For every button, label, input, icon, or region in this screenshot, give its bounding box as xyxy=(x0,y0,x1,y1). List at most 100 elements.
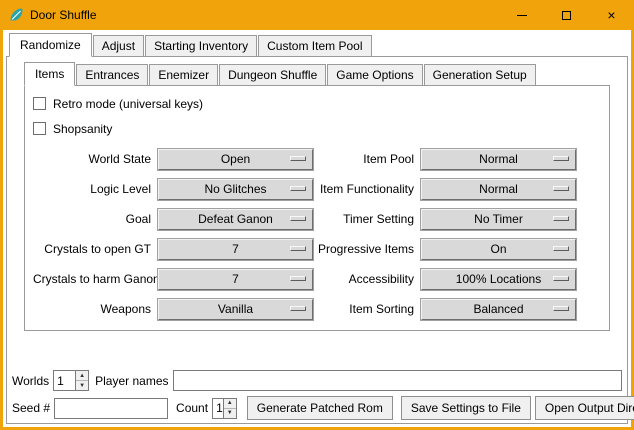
crystals-ganon-value: 7 xyxy=(232,272,239,286)
tab-custom-item-pool[interactable]: Custom Item Pool xyxy=(258,35,371,56)
checkbox-icon xyxy=(33,97,46,110)
option-row: World State Open Item Pool Normal xyxy=(33,144,601,174)
spin-down-icon[interactable]: ▼ xyxy=(76,380,88,390)
tab-starting-inventory[interactable]: Starting Inventory xyxy=(145,35,257,56)
client-area: Randomize Adjust Starting Inventory Cust… xyxy=(3,30,631,427)
close-button[interactable]: × xyxy=(589,0,634,30)
progressive-items-dropdown[interactable]: On xyxy=(421,239,576,260)
timer-setting-label: Timer Setting xyxy=(313,212,421,226)
goal-label: Goal xyxy=(33,212,158,226)
bottom-controls: Worlds 1 ▲ ▼ Player names Seed # Count xyxy=(12,370,622,420)
weapons-dropdown[interactable]: Vanilla xyxy=(158,299,313,320)
timer-setting-dropdown[interactable]: No Timer xyxy=(421,209,576,230)
item-functionality-value: Normal xyxy=(479,182,518,196)
dropdown-indicator-icon xyxy=(290,186,306,191)
tab-generation-setup[interactable]: Generation Setup xyxy=(424,64,536,85)
timer-setting-value: No Timer xyxy=(474,212,523,226)
seed-label: Seed # xyxy=(12,401,50,415)
item-sorting-value: Balanced xyxy=(473,302,523,316)
goal-dropdown[interactable]: Defeat Ganon xyxy=(158,209,313,230)
shopsanity-label: Shopsanity xyxy=(53,122,112,136)
maximize-button[interactable] xyxy=(544,0,589,30)
retro-mode-label: Retro mode (universal keys) xyxy=(53,97,203,111)
tab-adjust[interactable]: Adjust xyxy=(93,35,144,56)
dropdown-indicator-icon xyxy=(553,216,569,221)
item-pool-label: Item Pool xyxy=(313,152,421,166)
progressive-items-value: On xyxy=(490,242,506,256)
save-settings-button[interactable]: Save Settings to File xyxy=(401,396,531,420)
worlds-value: 1 xyxy=(54,371,75,390)
spacer xyxy=(7,331,627,370)
item-pool-dropdown[interactable]: Normal xyxy=(421,149,576,170)
item-sorting-dropdown[interactable]: Balanced xyxy=(421,299,576,320)
shopsanity-checkbox[interactable]: Shopsanity xyxy=(33,116,601,141)
app-icon xyxy=(8,7,24,23)
logic-level-value: No Glitches xyxy=(204,182,266,196)
worlds-spinner[interactable]: 1 ▲ ▼ xyxy=(53,370,89,391)
items-pane: Retro mode (universal keys) Shopsanity W… xyxy=(24,85,610,331)
count-spinner[interactable]: 1 ▲ ▼ xyxy=(212,398,237,419)
tab-enemizer[interactable]: Enemizer xyxy=(149,64,218,85)
tab-game-options[interactable]: Game Options xyxy=(327,64,422,85)
open-output-directory-button[interactable]: Open Output Directory xyxy=(535,396,634,420)
main-tabbar: Randomize Adjust Starting Inventory Cust… xyxy=(9,33,628,56)
crystals-gt-dropdown[interactable]: 7 xyxy=(158,239,313,260)
logic-level-dropdown[interactable]: No Glitches xyxy=(158,179,313,200)
titlebar[interactable]: Door Shuffle × xyxy=(0,0,634,30)
dropdown-indicator-icon xyxy=(553,156,569,161)
accessibility-dropdown[interactable]: 100% Locations xyxy=(421,269,576,290)
world-state-label: World State xyxy=(33,152,158,166)
item-functionality-label: Item Functionality xyxy=(313,182,421,196)
dropdown-indicator-icon xyxy=(553,306,569,311)
window-title: Door Shuffle xyxy=(30,8,97,22)
player-names-input[interactable] xyxy=(173,370,623,391)
retro-mode-checkbox[interactable]: Retro mode (universal keys) xyxy=(33,91,601,116)
spin-down-icon[interactable]: ▼ xyxy=(224,408,236,418)
tab-randomize[interactable]: Randomize xyxy=(9,33,92,57)
tab-dungeon-shuffle[interactable]: Dungeon Shuffle xyxy=(219,64,326,85)
settings-notebook: Items Entrances Enemizer Dungeon Shuffle… xyxy=(24,62,610,331)
accessibility-label: Accessibility xyxy=(313,272,421,286)
worlds-row: Worlds 1 ▲ ▼ Player names xyxy=(12,370,622,391)
world-state-dropdown[interactable]: Open xyxy=(158,149,313,170)
spin-up-icon[interactable]: ▲ xyxy=(224,399,236,408)
window-controls: × xyxy=(499,0,634,30)
checkbox-icon xyxy=(33,122,46,135)
option-row: Crystals to harm Ganon 7 Accessibility 1… xyxy=(33,264,601,294)
spinner-arrows: ▲ ▼ xyxy=(75,371,88,390)
spin-up-icon[interactable]: ▲ xyxy=(76,371,88,380)
settings-tabbar: Items Entrances Enemizer Dungeon Shuffle… xyxy=(24,62,610,85)
world-state-value: Open xyxy=(221,152,250,166)
goal-value: Defeat Ganon xyxy=(198,212,273,226)
crystals-gt-value: 7 xyxy=(232,242,239,256)
count-label: Count xyxy=(176,401,208,415)
maximize-icon xyxy=(562,11,571,20)
weapons-value: Vanilla xyxy=(218,302,253,316)
dropdown-indicator-icon xyxy=(290,276,306,281)
weapons-label: Weapons xyxy=(33,302,158,316)
item-functionality-dropdown[interactable]: Normal xyxy=(421,179,576,200)
option-row: Weapons Vanilla Item Sorting Balanced xyxy=(33,294,601,324)
dropdown-indicator-icon xyxy=(553,186,569,191)
progressive-items-label: Progressive Items xyxy=(313,242,421,256)
dropdown-indicator-icon xyxy=(290,156,306,161)
tab-items[interactable]: Items xyxy=(24,62,75,86)
dropdown-indicator-icon xyxy=(553,246,569,251)
accessibility-value: 100% Locations xyxy=(456,272,541,286)
randomize-pane: Items Entrances Enemizer Dungeon Shuffle… xyxy=(6,56,628,424)
minimize-button[interactable] xyxy=(499,0,544,30)
item-pool-value: Normal xyxy=(479,152,518,166)
seed-row: Seed # Count 1 ▲ ▼ Generate Patched Rom … xyxy=(12,396,622,420)
seed-input[interactable] xyxy=(54,398,168,419)
dropdown-indicator-icon xyxy=(553,276,569,281)
crystals-ganon-dropdown[interactable]: 7 xyxy=(158,269,313,290)
close-icon: × xyxy=(607,8,615,22)
worlds-label: Worlds xyxy=(12,374,49,388)
player-names-label: Player names xyxy=(95,374,168,388)
option-row: Crystals to open GT 7 Progressive Items … xyxy=(33,234,601,264)
spinner-arrows: ▲ ▼ xyxy=(223,399,236,418)
tab-entrances[interactable]: Entrances xyxy=(76,64,148,85)
generate-patched-rom-button[interactable]: Generate Patched Rom xyxy=(247,396,393,420)
crystals-ganon-label: Crystals to harm Ganon xyxy=(33,272,158,286)
dropdown-indicator-icon xyxy=(290,246,306,251)
